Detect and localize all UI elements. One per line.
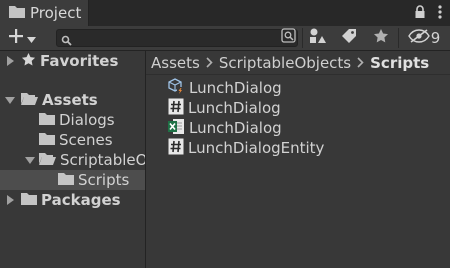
csharp-script-icon bbox=[168, 138, 184, 159]
breadcrumb-item-scriptable-objects[interactable]: ScriptableObjects bbox=[219, 54, 351, 72]
tree-item-label: Packages bbox=[41, 191, 121, 209]
chevron-right-icon bbox=[357, 57, 364, 68]
list-item[interactable]: LunchDialogEntity bbox=[168, 138, 324, 158]
csharp-script-icon bbox=[168, 98, 184, 119]
tree-item-label: Assets bbox=[42, 91, 98, 109]
filter-by-label-button[interactable] bbox=[336, 27, 362, 49]
tree-item-scenes[interactable]: Scenes bbox=[0, 130, 145, 150]
plus-icon bbox=[8, 28, 24, 48]
tree-item-scripts[interactable]: Scripts bbox=[0, 170, 145, 190]
tag-icon bbox=[341, 28, 357, 48]
collapse-arrow-icon[interactable] bbox=[25, 155, 35, 165]
folder-icon bbox=[21, 191, 37, 209]
file-name: LunchDialog bbox=[188, 99, 281, 117]
tree-item-label: ScriptableO bbox=[60, 151, 146, 169]
star-icon bbox=[373, 28, 389, 48]
lock-icon[interactable] bbox=[414, 5, 426, 23]
tree-item-label: Scripts bbox=[78, 171, 130, 189]
tree-item-assets[interactable]: Assets bbox=[0, 90, 145, 110]
file-name: LunchDialog bbox=[189, 119, 282, 137]
tree-item-label: Dialogs bbox=[59, 111, 115, 129]
tree-item-favorites[interactable]: Favorites bbox=[0, 51, 145, 71]
list-item[interactable]: LunchDialog bbox=[168, 118, 282, 138]
shapes-icon bbox=[308, 27, 326, 49]
tab-bar: Project bbox=[0, 0, 450, 27]
expand-arrow-icon[interactable] bbox=[5, 56, 15, 66]
star-icon bbox=[21, 52, 36, 71]
favorites-filter-button[interactable] bbox=[368, 27, 394, 49]
list-item[interactable]: LunchDialog bbox=[168, 98, 281, 118]
tab-project[interactable]: Project bbox=[0, 0, 89, 26]
toolbar: 9 bbox=[0, 26, 450, 51]
search-icon bbox=[61, 32, 72, 50]
list-item[interactable]: LunchDialog bbox=[168, 77, 282, 99]
create-button[interactable] bbox=[3, 27, 43, 49]
search-by-type-button[interactable] bbox=[276, 27, 302, 49]
collapse-arrow-icon[interactable] bbox=[5, 95, 15, 105]
hidden-packages-toggle[interactable]: 9 bbox=[404, 27, 444, 49]
breadcrumb-item-assets[interactable]: Assets bbox=[151, 54, 200, 72]
tree-item-dialogs[interactable]: Dialogs bbox=[0, 110, 145, 130]
folder-tree: Favorites Assets Dialogs Scenes Scriptab… bbox=[0, 51, 146, 268]
excel-file-icon bbox=[168, 118, 185, 139]
breadcrumb-item-scripts[interactable]: Scripts bbox=[370, 54, 429, 72]
eye-slash-icon bbox=[407, 29, 430, 47]
folder-icon bbox=[39, 111, 55, 129]
folder-icon bbox=[39, 131, 55, 149]
tree-item-scriptable-objects[interactable]: ScriptableO bbox=[0, 150, 145, 170]
open-folder-icon bbox=[39, 151, 56, 169]
tree-item-packages[interactable]: Packages bbox=[0, 190, 145, 210]
expand-arrow-icon[interactable] bbox=[5, 195, 15, 205]
folder-icon bbox=[9, 4, 25, 22]
folder-icon bbox=[58, 171, 74, 189]
hidden-count: 9 bbox=[430, 29, 441, 47]
dropdown-arrow-icon bbox=[27, 29, 36, 47]
search-field[interactable] bbox=[56, 29, 298, 47]
file-name: LunchDialog bbox=[189, 79, 282, 97]
open-folder-icon bbox=[21, 91, 38, 109]
tab-label: Project bbox=[30, 4, 82, 22]
chevron-right-icon bbox=[206, 57, 213, 68]
tree-item-label: Favorites bbox=[40, 52, 119, 70]
breadcrumb: Assets ScriptableObjects Scripts bbox=[146, 51, 450, 75]
filter-by-type-button[interactable] bbox=[304, 27, 330, 49]
search-filter-icon bbox=[281, 28, 297, 48]
search-input[interactable] bbox=[73, 30, 273, 46]
file-name: LunchDialogEntity bbox=[188, 139, 325, 157]
project-window: Project 9 Favorites Assets Dialogs Scene… bbox=[0, 0, 450, 268]
tree-item-label: Scenes bbox=[59, 131, 113, 149]
scriptable-object-icon bbox=[168, 77, 185, 99]
more-options-icon[interactable] bbox=[438, 4, 442, 24]
file-list: LunchDialog LunchDialog LunchDialog Lunc… bbox=[146, 77, 450, 268]
